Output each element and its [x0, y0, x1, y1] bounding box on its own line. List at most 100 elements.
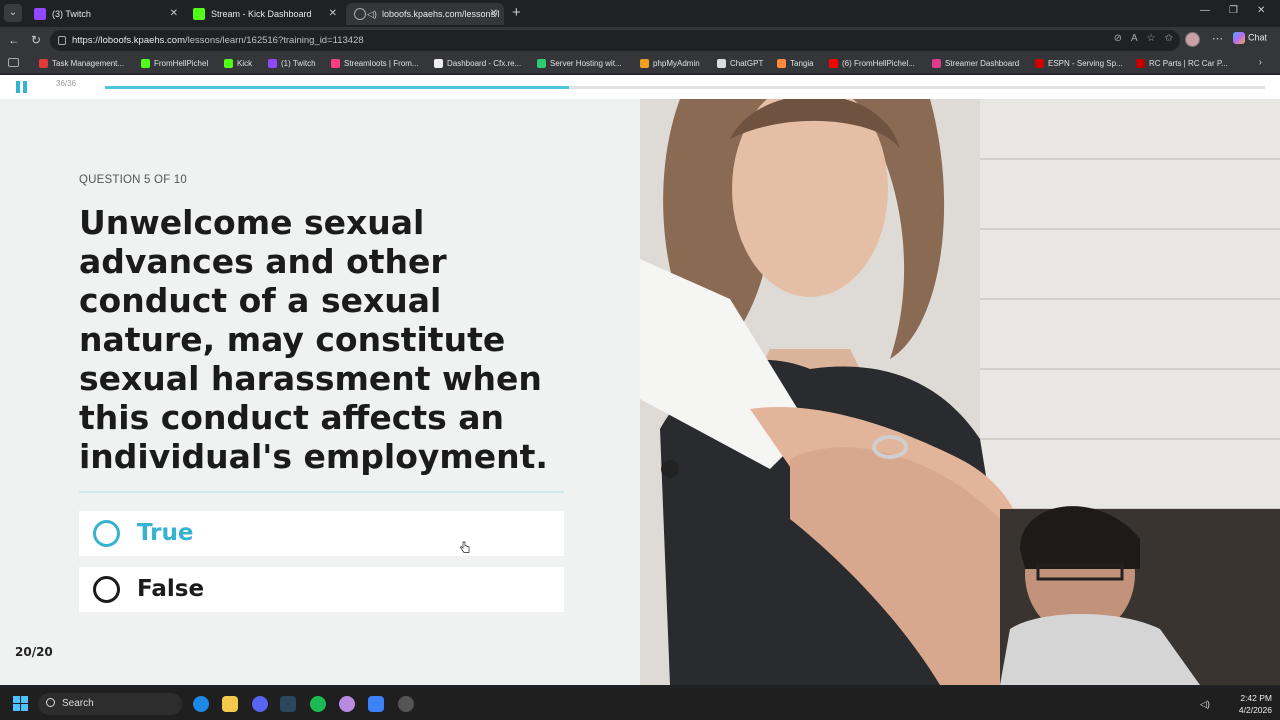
bookmarks-bar: Task Management... FromHellPichel Kick (…	[0, 54, 1280, 74]
bookmark[interactable]: RC Parts | RC Car P...	[1136, 54, 1228, 74]
bookmark-icon	[537, 59, 546, 68]
speaker-icon[interactable]: ◁)	[367, 3, 377, 25]
url-field[interactable]: https://loboofs.kpaehs.com/lessons/learn…	[50, 30, 1180, 51]
copilot-icon	[1233, 32, 1245, 44]
bookmark[interactable]: (6) FromHellPichel...	[829, 54, 915, 74]
obs-icon[interactable]	[398, 696, 414, 712]
chat-label: Chat	[1248, 32, 1268, 43]
bookmark-icon	[717, 59, 726, 68]
option-label: True	[137, 520, 194, 546]
tab-kick-dashboard[interactable]: Stream - Kick Dashboard ✕	[185, 3, 343, 25]
bookmark-icon	[224, 59, 233, 68]
radio-button[interactable]	[93, 576, 120, 603]
bookmark[interactable]: ChatGPT	[717, 54, 763, 74]
lesson-page: 36/36 QUESTION 5 OF 10 Unwelcome sexual …	[0, 75, 1280, 685]
chevron-right-icon[interactable]: ›	[1259, 57, 1262, 68]
lesson-progress-bar[interactable]	[105, 86, 1265, 89]
bookmark[interactable]: Server Hosting wit...	[537, 54, 622, 74]
minimize-icon[interactable]: —	[1200, 5, 1210, 16]
question-text: Unwelcome sexual advances and other cond…	[79, 203, 548, 476]
bookmark-icon	[640, 59, 649, 68]
address-bar-actions[interactable]: ⊘A☆✩	[1114, 33, 1182, 44]
restore-icon[interactable]: ❐	[1229, 5, 1238, 16]
file-explorer-icon[interactable]	[222, 696, 238, 712]
clock-time: 2:42 PM	[1240, 693, 1272, 703]
close-icon[interactable]: ✕	[490, 3, 498, 25]
bookmark-icon	[1035, 59, 1044, 68]
radio-button[interactable]	[93, 520, 120, 547]
new-tab-icon[interactable]: +	[512, 3, 521, 23]
profile-avatar[interactable]	[1185, 32, 1200, 47]
photo-illustration	[640, 99, 1280, 685]
tab-lesson[interactable]: ◁) loboofs.kpaehs.com/lessons/l ✕	[346, 3, 504, 25]
tab-list-dropdown-icon[interactable]: ⌄	[4, 4, 22, 22]
lesson-photo	[640, 99, 1280, 685]
option-label: False	[137, 576, 205, 602]
back-icon[interactable]: ←	[8, 33, 20, 47]
window-close-icon[interactable]: ✕	[1257, 5, 1265, 16]
divider	[79, 491, 564, 493]
bookmark[interactable]: Streamloots | From...	[331, 54, 419, 74]
bookmark[interactable]: Tangia	[777, 54, 814, 74]
player-controls: 36/36	[0, 75, 1280, 99]
bookmark[interactable]: (1) Twitch	[268, 54, 316, 74]
read-aloud-icon[interactable]: A	[1131, 33, 1147, 44]
refresh-icon[interactable]: ↻	[31, 33, 41, 47]
app-icon[interactable]	[368, 696, 384, 712]
bookmark-icon	[932, 59, 941, 68]
bookmark[interactable]: ESPN - Serving Sp...	[1035, 54, 1123, 74]
close-icon[interactable]: ✕	[329, 3, 337, 25]
windows-start-icon[interactable]	[13, 696, 29, 712]
bookmark[interactable]: phpMyAdmin	[640, 54, 700, 74]
globe-icon	[354, 8, 366, 20]
bookmark-icon	[39, 59, 48, 68]
close-icon[interactable]: ✕	[170, 3, 178, 25]
answer-option-true[interactable]: True	[79, 511, 564, 556]
edge-icon[interactable]	[193, 696, 209, 712]
bookmark-icon	[331, 59, 340, 68]
bookmark[interactable]: Kick	[224, 54, 252, 74]
kick-icon	[193, 8, 205, 20]
bookmark-icon	[777, 59, 786, 68]
favorites-icon[interactable]: ✩	[1165, 33, 1182, 44]
bookmark-icon	[268, 59, 277, 68]
tab-title: Stream - Kick Dashboard	[211, 9, 312, 19]
slide-counter: 36/36	[56, 79, 77, 88]
progress-fill	[105, 86, 569, 89]
more-menu-icon[interactable]: ⋯	[1212, 32, 1223, 45]
browser-tab-bar: ⌄ (3) Twitch ✕ Stream - Kick Dashboard ✕…	[0, 0, 1280, 27]
copilot-chat-button[interactable]: Chat	[1233, 32, 1267, 44]
bookmark[interactable]: Task Management...	[39, 54, 124, 74]
system-tray-icons[interactable]: ◁)	[1200, 699, 1210, 710]
steam-icon[interactable]	[280, 696, 296, 712]
brand-logo: 20/20	[15, 645, 53, 659]
bookmark[interactable]: FromHellPichel	[141, 54, 208, 74]
bookmark-icon	[1136, 59, 1145, 68]
url-path: /lessons/learn/162516?training_id=113428	[185, 35, 364, 46]
bookmark-icon	[434, 59, 443, 68]
bookmark[interactable]: Streamer Dashboard	[932, 54, 1019, 74]
system-clock[interactable]: 2:42 PM 4/2/2026	[1228, 692, 1272, 716]
answer-option-false[interactable]: False	[79, 567, 564, 612]
favorite-star-icon[interactable]: ☆	[1147, 33, 1165, 44]
hand-cursor-icon	[460, 541, 470, 553]
bookmark-icon	[829, 59, 838, 68]
bookmark-icon	[141, 59, 150, 68]
url-host: https://loboofs.kpaehs.com	[72, 35, 186, 46]
question-panel: QUESTION 5 OF 10 Unwelcome sexual advanc…	[0, 99, 640, 685]
bookmark[interactable]: Dashboard - Cfx.re...	[434, 54, 521, 74]
spotify-icon[interactable]	[310, 696, 326, 712]
windows-taskbar: Search ◁) 2:42 PM 4/2/2026	[0, 688, 1280, 720]
twitch-icon	[34, 8, 46, 20]
discord-icon[interactable]	[252, 696, 268, 712]
question-number: QUESTION 5 OF 10	[79, 174, 188, 186]
clock-date: 4/2/2026	[1238, 705, 1272, 715]
tab-title: (3) Twitch	[52, 9, 91, 19]
tab-twitch[interactable]: (3) Twitch ✕	[26, 3, 184, 25]
taskbar-search[interactable]: Search	[38, 693, 182, 715]
pause-icon[interactable]	[16, 81, 28, 93]
tab-title: loboofs.kpaehs.com/lessons/l	[382, 9, 500, 19]
app-icon[interactable]	[339, 696, 355, 712]
tracking-icon[interactable]: ⊘	[1114, 33, 1131, 44]
reading-list-icon[interactable]	[8, 58, 19, 67]
